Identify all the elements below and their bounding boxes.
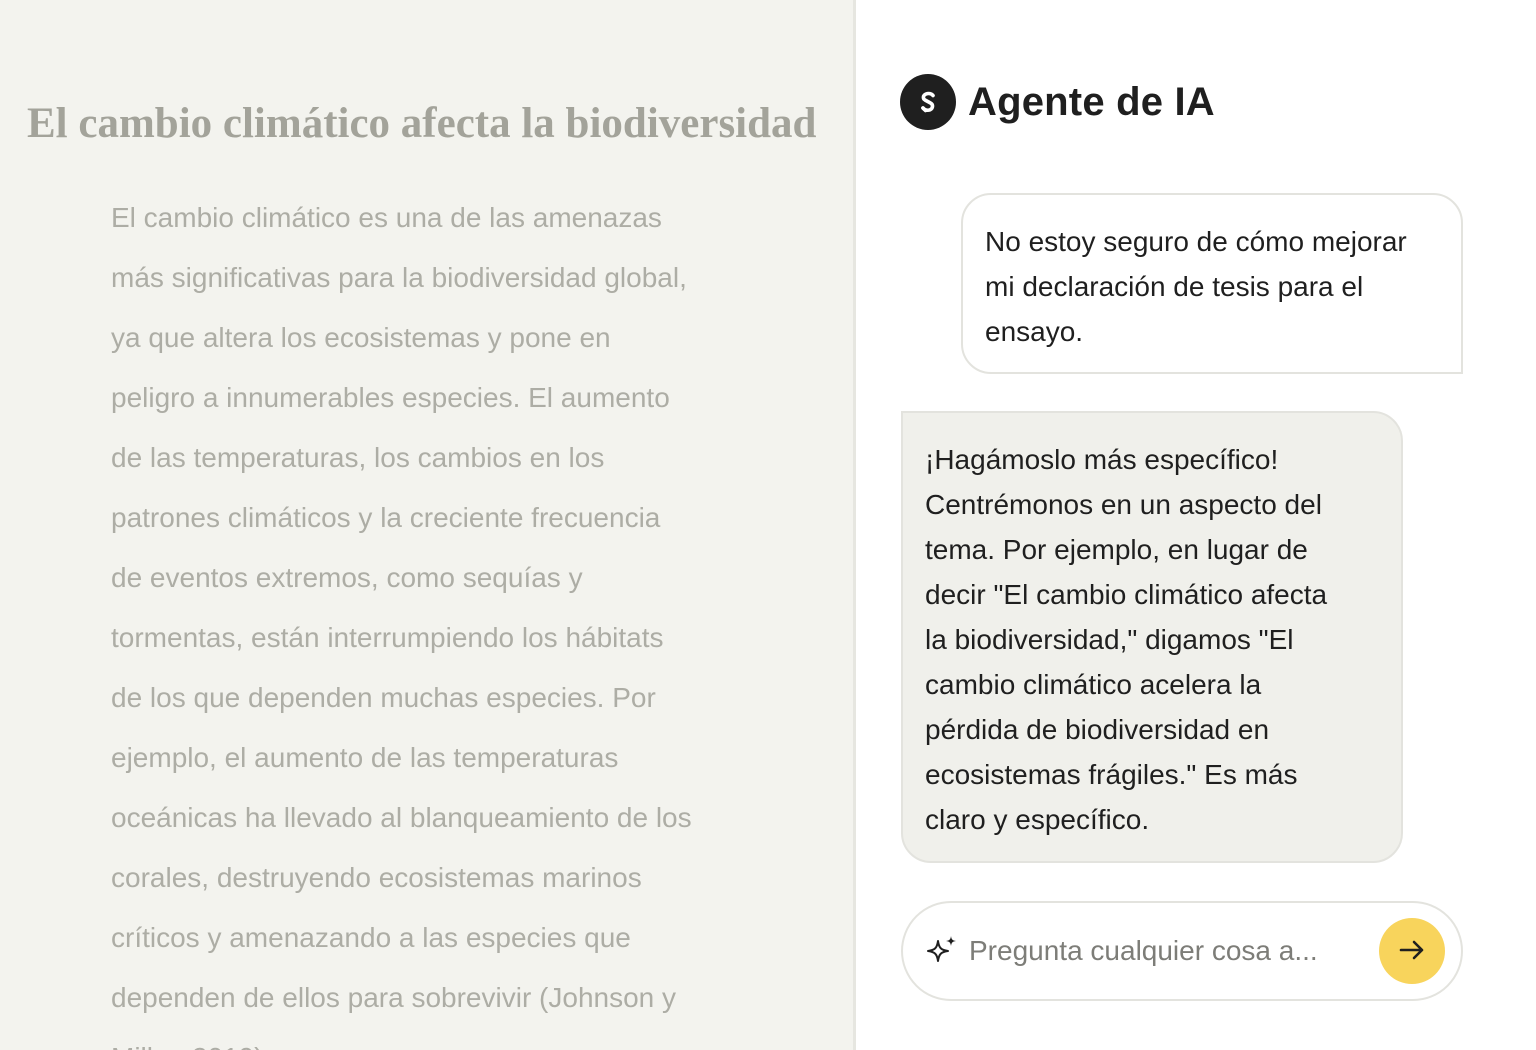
user-message: No estoy seguro de cómo mejorar mi decla…: [961, 193, 1463, 374]
message-line: la biodiversidad," digamos "El: [925, 624, 1294, 655]
agent-title: Agente de IA: [968, 79, 1215, 124]
message-line: ¡Hagámoslo más específico!: [925, 444, 1279, 475]
message-line: decir "El cambio climático afecta: [925, 579, 1328, 610]
essay-title: El cambio climático afecta la biodiversi…: [27, 100, 817, 147]
agent-logo-icon: [900, 74, 956, 130]
send-button[interactable]: [1379, 918, 1445, 984]
essay-line: peligro a innumerables especies. El aume…: [111, 382, 670, 413]
essay-line: ya que altera los ecosistemas y pone en: [111, 322, 611, 353]
essay-line: críticos y amenazando a las especies que: [111, 922, 631, 953]
sparkle-icon: [925, 934, 959, 968]
message-line: No estoy seguro de cómo mejorar: [985, 226, 1407, 257]
essay-line: de las temperaturas, los cambios en los: [111, 442, 605, 473]
essay-line: dependen de ellos para sobrevivir (Johns…: [111, 982, 677, 1013]
essay-line: Miller, 2019).: [111, 1028, 761, 1050]
message-line: ensayo.: [985, 316, 1084, 347]
user-message-text: No estoy seguro de cómo mejorar mi decla…: [985, 219, 1439, 354]
essay-line: oceánicas ha llevado al blanqueamiento d…: [111, 802, 692, 833]
message-line: pérdida de biodiversidad en: [925, 714, 1270, 745]
arrow-right-icon: [1397, 935, 1427, 968]
essay-line: más significativas para la biodiversidad…: [111, 262, 687, 293]
essay-line: de los que dependen muchas especies. Por: [111, 682, 656, 713]
ask-input[interactable]: [969, 935, 1379, 967]
chat-pane: Agente de IA No estoy seguro de cómo mej…: [856, 0, 1536, 1050]
essay-line: patrones climáticos y la creciente frecu…: [111, 502, 661, 533]
message-line: claro y específico.: [925, 804, 1150, 835]
message-line: Centrémonos en un aspecto del: [925, 489, 1322, 520]
message-line: cambio climático acelera la: [925, 669, 1262, 700]
essay-body[interactable]: El cambio climático es una de las amenaz…: [111, 188, 761, 1050]
essay-line: El cambio climático es una de las amenaz…: [111, 202, 662, 233]
essay-line: ejemplo, el aumento de las temperaturas: [111, 742, 619, 773]
message-line: ecosistemas frágiles." Es más: [925, 759, 1298, 790]
agent-header: Agente de IA: [900, 74, 1215, 130]
message-line: tema. Por ejemplo, en lugar de: [925, 534, 1308, 565]
essay-line: de eventos extremos, como sequías y: [111, 562, 583, 593]
message-line: mi declaración de tesis para el: [985, 271, 1364, 302]
essay-pane: El cambio climático afecta la biodiversi…: [0, 0, 853, 1050]
ai-message: ¡Hagámoslo más específico! Centrémonos e…: [901, 411, 1403, 863]
essay-line: tormentas, están interrumpiendo los hábi…: [111, 622, 664, 653]
chat-input-bar: [901, 901, 1463, 1001]
ai-message-text: ¡Hagámoslo más específico! Centrémonos e…: [925, 437, 1379, 842]
essay-line: corales, destruyendo ecosistemas marinos: [111, 862, 642, 893]
